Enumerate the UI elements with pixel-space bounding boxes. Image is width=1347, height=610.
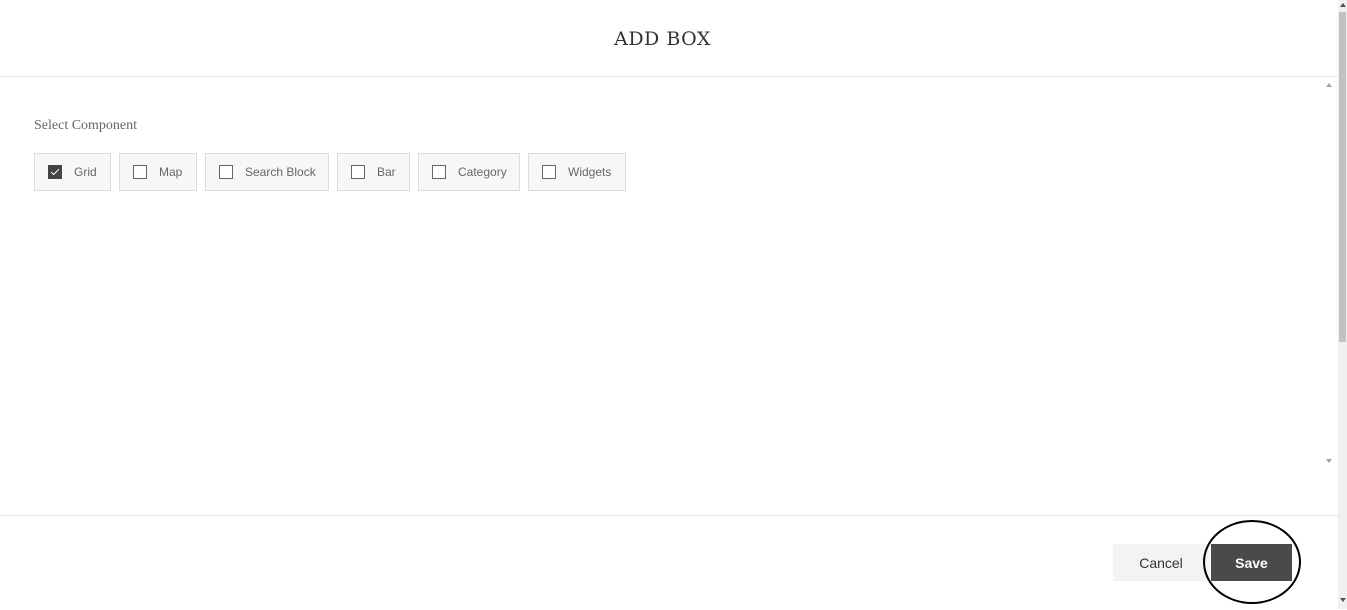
- scroll-up-arrow-icon[interactable]: [1339, 3, 1346, 7]
- select-component-label: Select Component: [34, 118, 138, 133]
- checkbox-icon[interactable]: [133, 165, 147, 179]
- modal-body: Select Component Grid Map Search Block B…: [0, 77, 1321, 469]
- option-widgets[interactable]: Widgets: [528, 153, 626, 191]
- page-scrollbar[interactable]: [1338, 0, 1347, 609]
- modal-title: ADD BOX: [614, 28, 711, 50]
- modal-body-scrollbar[interactable]: [1321, 77, 1338, 469]
- option-category[interactable]: Category: [418, 153, 520, 191]
- option-bar[interactable]: Bar: [337, 153, 410, 191]
- option-label-search-block: Search Block: [245, 165, 316, 179]
- option-label-grid: Grid: [74, 165, 97, 179]
- option-search-block[interactable]: Search Block: [205, 153, 329, 191]
- option-label-category: Category: [458, 165, 507, 179]
- checkbox-icon[interactable]: [542, 165, 556, 179]
- option-map[interactable]: Map: [119, 153, 197, 191]
- option-grid[interactable]: Grid: [34, 153, 111, 191]
- modal-header: ADD BOX: [0, 0, 1338, 77]
- cancel-button[interactable]: Cancel: [1113, 544, 1209, 581]
- option-label-map: Map: [159, 165, 183, 179]
- checkbox-checked-icon[interactable]: [48, 165, 62, 179]
- modal-footer: Cancel Save: [0, 515, 1338, 610]
- scroll-down-arrow-icon[interactable]: [1339, 598, 1346, 602]
- scrollbar-thumb[interactable]: [1339, 12, 1346, 342]
- chevron-down-icon[interactable]: [1326, 459, 1332, 463]
- checkbox-icon[interactable]: [351, 165, 365, 179]
- option-label-bar: Bar: [377, 165, 396, 179]
- save-button[interactable]: Save: [1211, 544, 1292, 581]
- option-label-widgets: Widgets: [568, 165, 612, 179]
- checkbox-icon[interactable]: [219, 165, 233, 179]
- checkbox-icon[interactable]: [432, 165, 446, 179]
- chevron-up-icon[interactable]: [1326, 83, 1332, 87]
- add-box-modal: ADD BOX Select Component Grid Map Search…: [0, 0, 1338, 609]
